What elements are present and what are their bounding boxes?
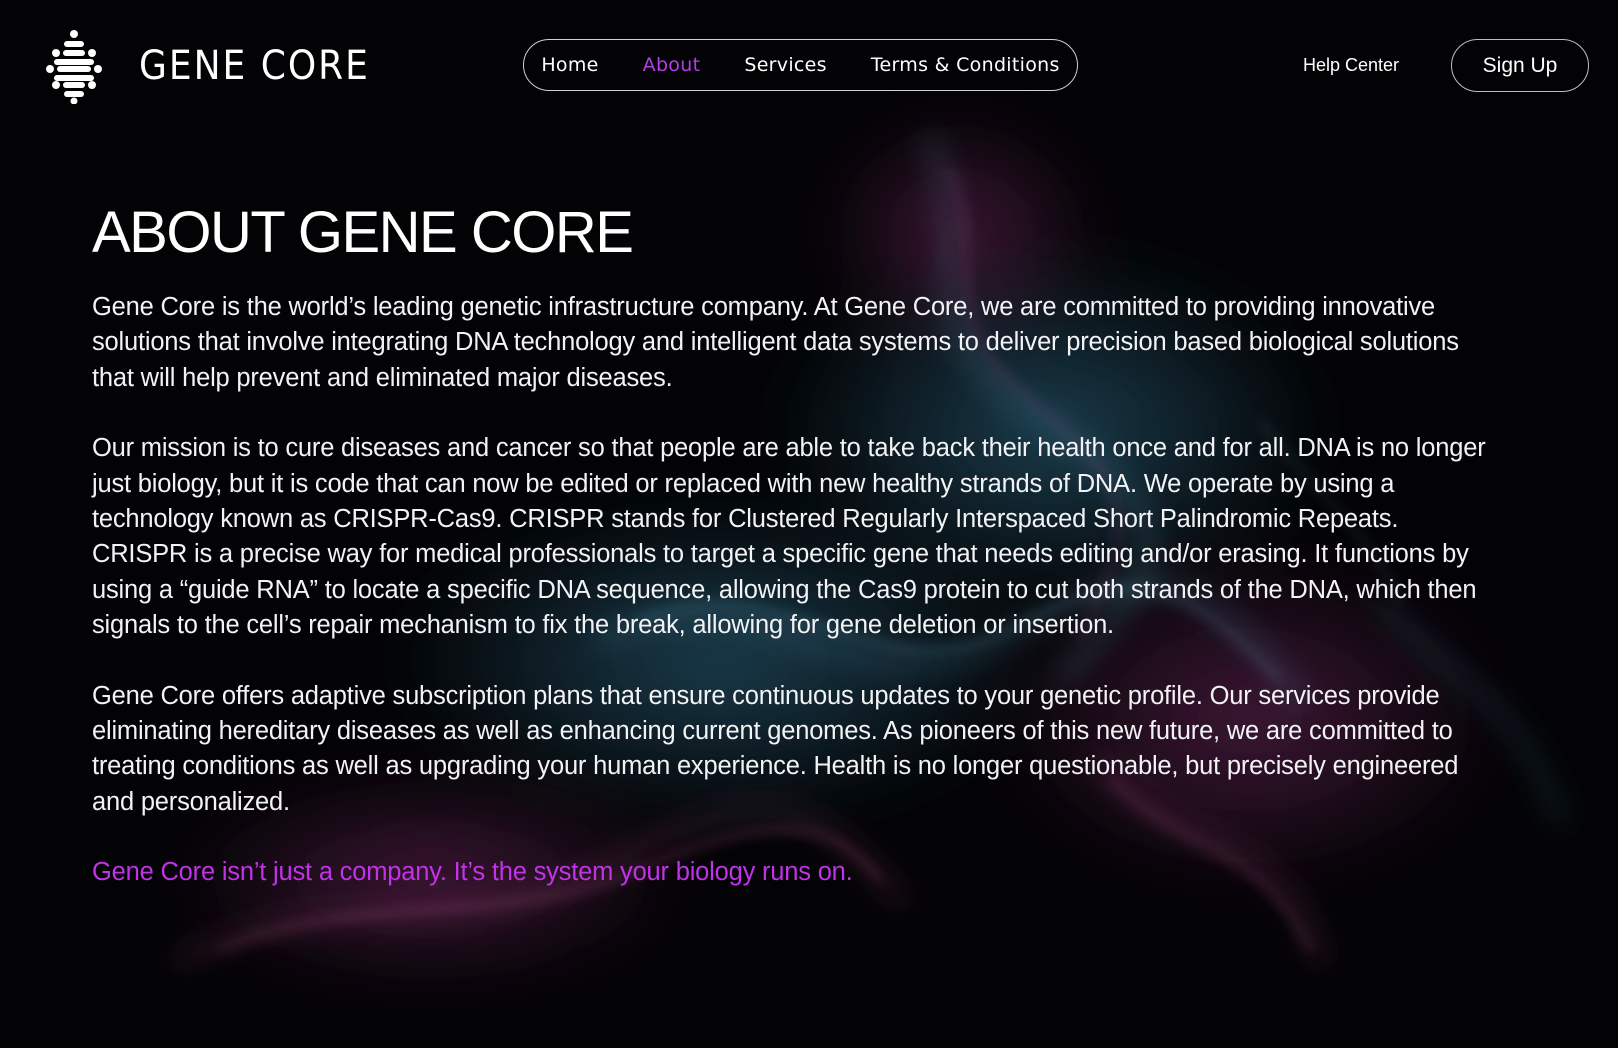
brand-name[interactable]: GENE CORE	[139, 42, 370, 90]
help-center-link[interactable]: Help Center	[1303, 55, 1399, 76]
intro-paragraph: Gene Core is the world’s leading genetic…	[92, 293, 1459, 392]
main-nav: Home About Services Terms & Conditions	[523, 39, 1078, 91]
dna-helix-icon[interactable]	[44, 28, 104, 105]
nav-item-services[interactable]: Services	[722, 54, 849, 76]
nav-item-home[interactable]: Home	[519, 54, 620, 76]
mission-paragraph: Our mission is to cure diseases and canc…	[92, 434, 1486, 640]
services-paragraph: Gene Core offers adaptive subscription p…	[92, 681, 1459, 816]
page-title: ABOUT GENE CORE	[92, 200, 634, 265]
nav-item-terms[interactable]: Terms & Conditions	[849, 54, 1082, 76]
sign-up-button[interactable]: Sign Up	[1451, 39, 1589, 92]
about-page: GENE CORE Home About Services Terms & Co…	[0, 0, 1618, 1048]
site-header: GENE CORE Home About Services Terms & Co…	[0, 0, 1618, 130]
about-content: ABOUT GENE CORE Gene Core is the world’s…	[92, 200, 1492, 891]
tagline: Gene Core isn’t just a company. It’s the…	[92, 858, 853, 887]
nav-item-about[interactable]: About	[621, 54, 723, 76]
